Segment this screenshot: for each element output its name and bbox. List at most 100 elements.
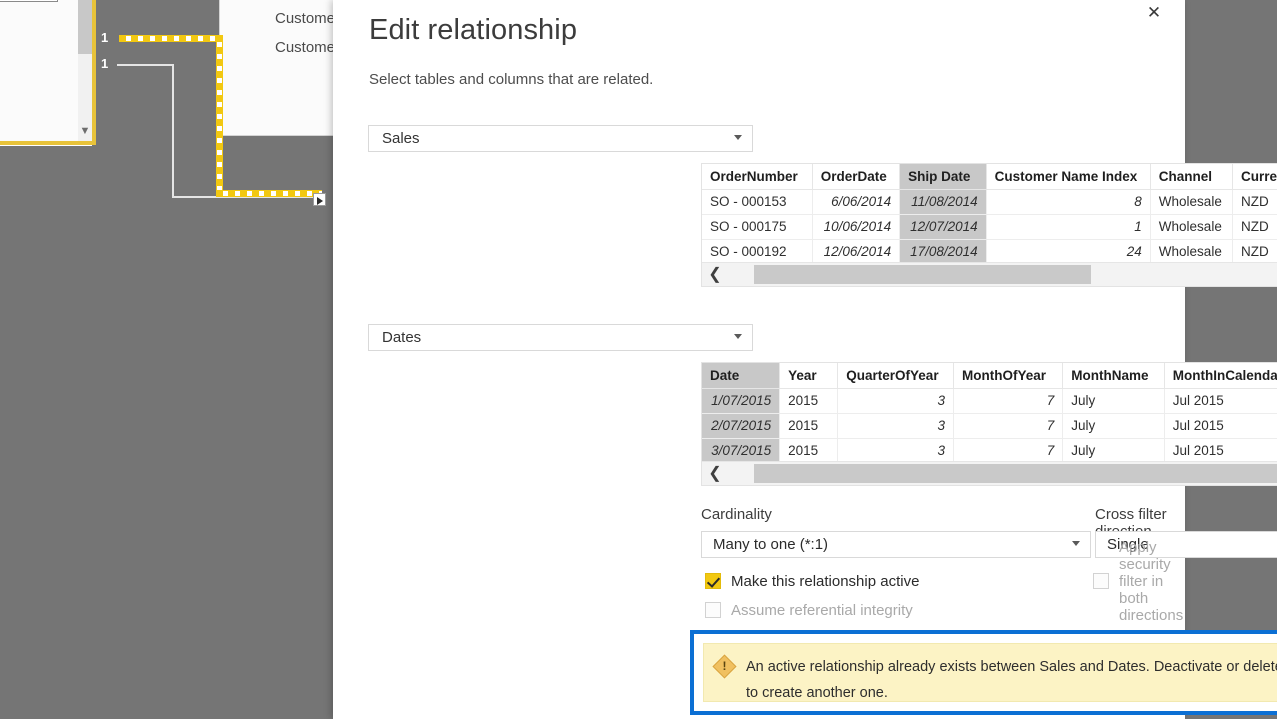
table-cell: NZD [1232,239,1277,263]
column-header[interactable]: MonthInCalendar [1164,363,1277,389]
column-header[interactable]: OrderDate [812,164,901,190]
model-field-right-1: Custome [275,10,336,27]
table-select-dates-value: Dates [382,329,422,346]
warning-banner: ! An active relationship already exists … [703,643,1277,702]
chevron-left-icon[interactable]: ❮ [702,462,728,485]
column-header[interactable]: QuarterOfYear [837,363,955,389]
checkbox-unchecked-icon[interactable] [705,602,721,618]
preview-grid-dates-viewport: Date Year QuarterOfYear MonthOfYear MonthNam… [702,363,1277,462]
canvas-background-right [1185,0,1277,719]
model-field-right-2: Custome [275,39,336,56]
relationship-label-top: 1 [101,30,109,45]
table-cell: 6/06/2014 [812,189,901,215]
table-cell: 2/07/2015 [702,413,781,439]
preview-grid-sales-hscrollbar[interactable]: ❮ ❯ [702,262,1277,286]
preview-grid-dates[interactable]: Date Year QuarterOfYear MonthOfYear MonthNam… [701,362,1277,486]
scrollbar-thumb[interactable] [754,464,1277,483]
table-row[interactable]: 3/07/2015201537JulyJul 2015Q3 2015 [702,438,1277,462]
scrollbar-thumb[interactable] [754,265,1092,284]
relationship-line-inactive-h1[interactable] [117,64,173,66]
table-cell: Jul 2015 [1164,413,1277,439]
relationship-line-active-h1[interactable] [119,36,223,41]
table-cell: July [1062,388,1165,414]
table-cell: 2015 [779,413,839,439]
preview-grid-dates-hscrollbar[interactable]: ❮ ❯ [702,461,1277,485]
column-header[interactable]: Ship Date [899,164,987,190]
table-cell: Jul 2015 [1164,438,1277,462]
relationship-line-active-h2[interactable] [216,191,322,196]
table-cell: 3 [837,388,955,414]
table-cell: Wholesale [1150,239,1234,263]
table-cell: 10/06/2014 [812,214,901,240]
table-select-sales[interactable]: Sales [368,125,753,152]
cardinality-select[interactable]: Many to one (*:1) [701,531,1091,558]
chevron-down-icon[interactable]: ▼ [78,123,92,139]
column-header[interactable]: Currency Code [1232,164,1277,190]
cardinality-value: Many to one (*:1) [713,536,829,553]
table-row[interactable]: SO - 000192 12/06/2014 17/08/2014 24 Wholesa… [702,239,1277,263]
table-cell: 3 [837,438,955,462]
table-cell: 3 [837,413,955,439]
model-table-left-scrollbar[interactable]: ▲ ▼ [78,0,92,141]
model-table-right[interactable]: Custome Custome [219,0,336,136]
relationship-line-active-v[interactable] [217,35,222,192]
table-cell: SO - 000192 [702,239,813,263]
table-cell: 2015 [779,388,839,414]
table-cell: NZD [1232,189,1277,215]
table-select-sales-value: Sales [382,130,420,147]
table-row[interactable]: SO - 000175 10/06/2014 12/07/2014 1 Wholesal… [702,214,1277,240]
model-table-left[interactable]: ear ar ▲ ▼ [0,0,96,145]
table-row[interactable]: SO - 000153 6/06/2014 11/08/2014 8 Wholesale… [702,189,1277,215]
table-cell: July [1062,413,1165,439]
table-select-dates[interactable]: Dates [368,324,753,351]
table-cell: 7 [953,388,1064,414]
warning-banner-focus-ring: ! An active relationship already exists … [690,630,1277,715]
table-cell: Jul 2015 [1164,388,1277,414]
column-header[interactable]: MonthOfYear [953,363,1064,389]
table-row[interactable]: 1/07/2015201537JulyJul 2015Q3 2015 [702,388,1277,414]
column-header[interactable]: Customer Name Index [986,164,1151,190]
table-cell: 3/07/2015 [702,438,781,462]
column-header[interactable]: MonthName [1062,363,1165,389]
column-header[interactable]: Year [779,363,839,389]
edit-relationship-dialog: ✕ Edit relationship Select tables and co… [333,0,1277,719]
assume-referential-integrity-checkbox[interactable]: Assume referential integrity [705,600,913,620]
chevron-down-icon[interactable] [734,334,742,339]
table-cell: 2015 [779,438,839,462]
table-cell: 12/07/2014 [899,214,987,240]
apply-security-filter-checkbox[interactable]: Apply security filter in both directions [1093,539,1185,624]
scrollbar-thumb[interactable] [78,0,92,54]
model-table-left-body: ear ar [0,0,78,141]
column-header[interactable]: Date [702,363,781,389]
table-cell: 12/06/2014 [812,239,901,263]
cardinality-label: Cardinality [701,506,772,523]
make-relationship-active-checkbox[interactable]: Make this relationship active [705,571,919,591]
column-header[interactable]: OrderNumber [702,164,813,190]
table-cell: July [1062,438,1165,462]
checkbox-checked-icon[interactable] [705,573,721,589]
chevron-down-icon[interactable] [734,135,742,140]
table-row[interactable]: 2/07/2015201537JulyJul 2015Q3 2015 [702,413,1277,439]
preview-grid-sales[interactable]: OrderNumber OrderDate Ship Date Customer Na… [701,163,1277,287]
warning-icon: ! [712,654,737,679]
table-header-row: Date Year QuarterOfYear MonthOfYear MonthNam… [702,363,1277,389]
preview-table-dates: Date Year QuarterOfYear MonthOfYear MonthNam… [702,363,1277,462]
table-cell: 8 [986,189,1151,215]
preview-grid-sales-viewport: OrderNumber OrderDate Ship Date Customer Na… [702,164,1277,263]
preview-table-sales: OrderNumber OrderDate Ship Date Customer Na… [702,164,1277,263]
checkbox-unchecked-icon[interactable] [1093,573,1109,589]
column-header[interactable]: Channel [1150,164,1234,190]
chevron-down-icon[interactable] [1072,541,1080,546]
table-cell: 1/07/2015 [702,388,781,414]
chevron-left-icon[interactable]: ❮ [702,263,728,286]
warning-message: An active relationship already exists be… [746,659,1277,701]
close-icon[interactable]: ✕ [1137,0,1171,26]
model-table-left-header [0,0,58,2]
table-cell: 7 [953,438,1064,462]
table-cell: SO - 000153 [702,189,813,215]
dialog-subtitle: Select tables and columns that are relat… [369,71,654,88]
relationship-line-inactive-v[interactable] [172,64,174,198]
table-header-row: OrderNumber OrderDate Ship Date Customer Na… [702,164,1277,190]
table-cell: SO - 000175 [702,214,813,240]
table-cell: 11/08/2014 [899,189,987,215]
